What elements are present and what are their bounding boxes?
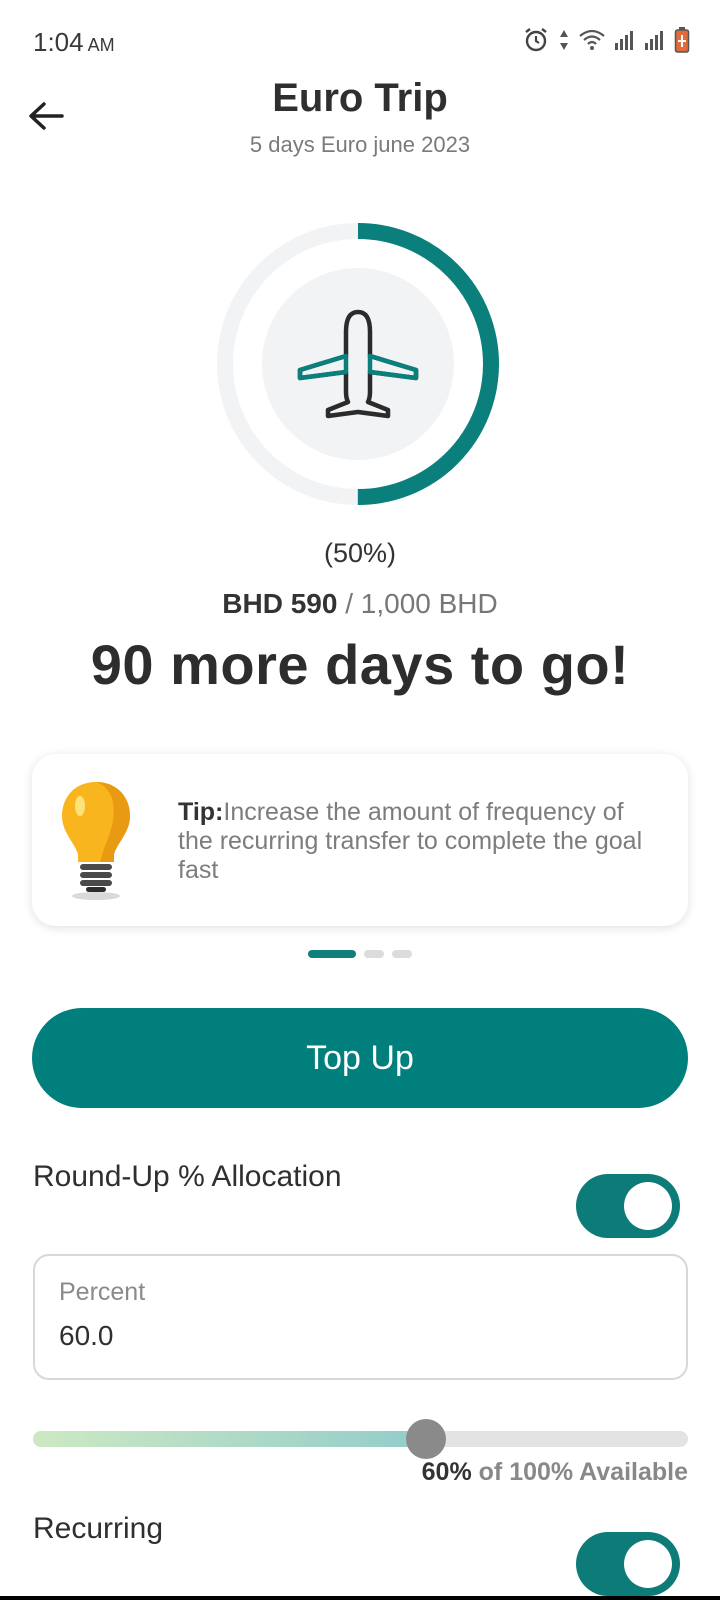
tip-card[interactable]: Tip:Increase the amount of frequency of … (32, 754, 688, 926)
alarm-icon (525, 28, 547, 52)
nav-divider (0, 1596, 720, 1600)
available-value: 60% (421, 1458, 472, 1486)
header: Euro Trip 5 days Euro june 2023 (0, 70, 720, 170)
pager-dot[interactable] (364, 950, 384, 958)
status-time-value: 1:04 (33, 27, 84, 57)
slider-fill (33, 1431, 426, 1447)
signal-icon (645, 31, 663, 50)
recurring-toggle[interactable] (576, 1532, 680, 1596)
amount-separator: / (345, 588, 353, 619)
target-amount: 1,000 BHD (360, 588, 498, 619)
wifi-icon (579, 29, 605, 50)
top-up-button[interactable]: Top Up (32, 1008, 688, 1108)
toggle-knob (624, 1182, 672, 1230)
page-title: Euro Trip (272, 76, 448, 120)
tip-body: Increase the amount of frequency of the … (178, 798, 643, 884)
roundup-label: Round-Up % Allocation (33, 1160, 342, 1193)
goal-amount: BHD 590 / 1,000 BHD (0, 588, 720, 620)
recurring-label: Recurring (33, 1512, 164, 1545)
percent-field-value[interactable]: 60.0 (59, 1320, 114, 1352)
roundup-toggle[interactable] (576, 1174, 680, 1238)
progress-percent: (50%) (323, 538, 397, 568)
slider-thumb[interactable] (406, 1419, 446, 1459)
available-suffix: of 100% Available (471, 1458, 688, 1486)
status-icons (522, 26, 690, 54)
pager-dot[interactable] (392, 950, 412, 958)
allocation-slider[interactable] (33, 1416, 688, 1462)
status-time-ampm: AM (87, 35, 115, 55)
data-arrows-icon (560, 30, 568, 50)
pager-dot[interactable] (308, 950, 356, 958)
days-remaining: 90 more days to go! (90, 633, 630, 696)
page-subtitle: 5 days Euro june 2023 (249, 132, 471, 157)
available-text: 60% of 100% Available (422, 1458, 688, 1487)
progress-ring-inner (262, 268, 454, 460)
battery-icon (674, 27, 690, 53)
slider-track (33, 1431, 688, 1447)
saved-amount: BHD 590 (222, 588, 338, 619)
percent-field[interactable]: Percent 60.0 (33, 1254, 688, 1380)
goal-progress-ring (210, 216, 506, 512)
lightbulb-icon (62, 782, 130, 900)
tip-text: Tip:Increase the amount of frequency of … (178, 798, 658, 885)
signal-icon (615, 31, 633, 50)
tip-pager (0, 950, 720, 958)
percent-field-label: Percent (59, 1278, 146, 1306)
status-time: 1:04 AM (33, 27, 115, 58)
toggle-knob (624, 1540, 672, 1588)
tip-label: Tip: (178, 798, 224, 826)
